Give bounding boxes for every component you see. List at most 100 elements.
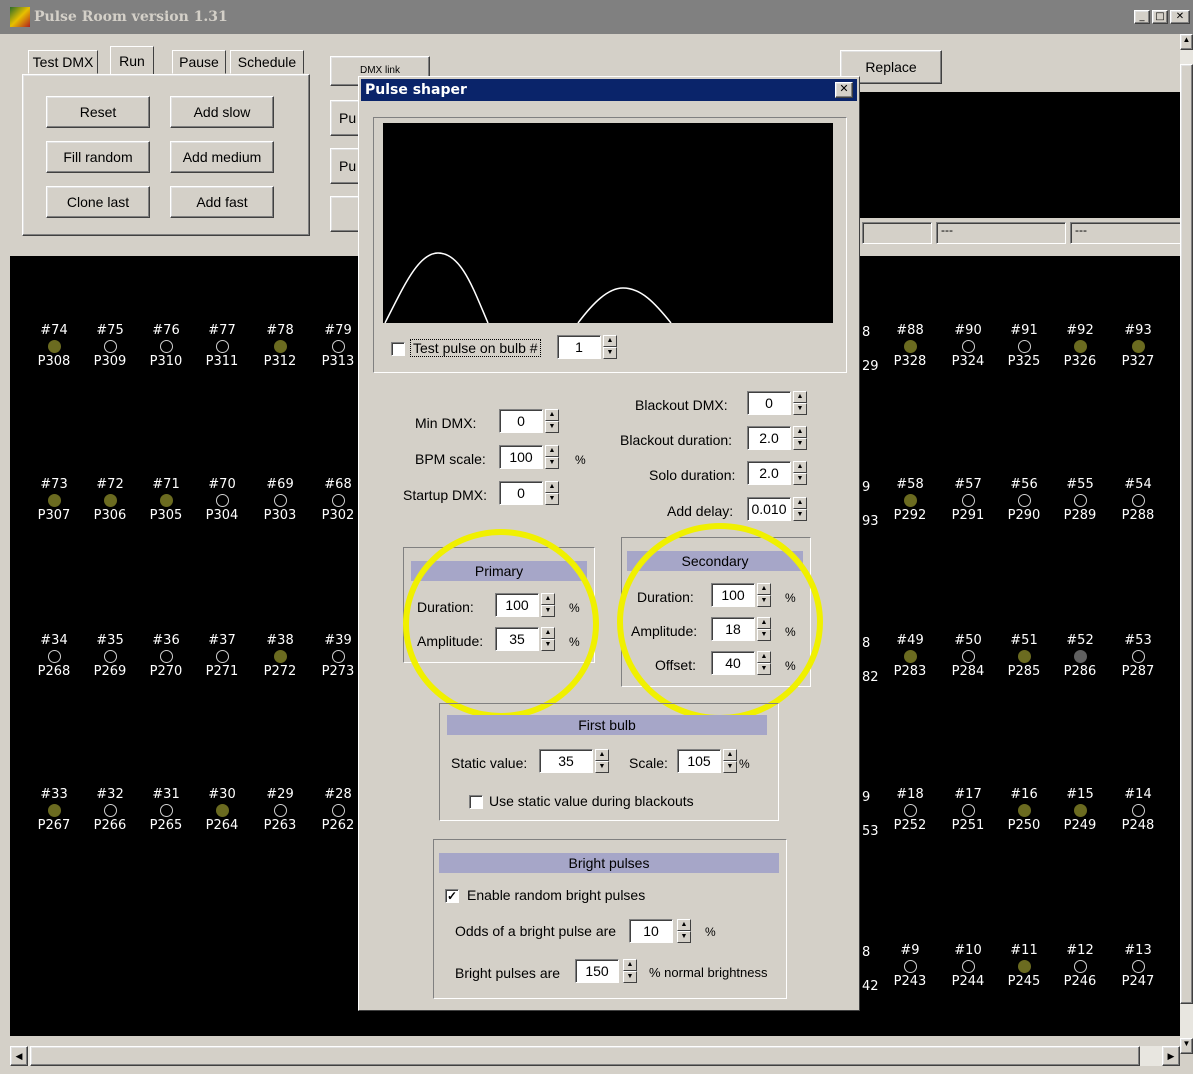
bulb-cell[interactable]: #15 P249 xyxy=(1052,788,1108,833)
bulb-light-icon xyxy=(159,340,173,353)
bulb-cell[interactable]: #30 P264 xyxy=(194,788,250,833)
tab-run[interactable]: Run xyxy=(110,46,154,76)
blackout-dmx-input[interactable]: 0 xyxy=(747,391,791,415)
add-delay-spinner[interactable]: ▲ ▼ xyxy=(793,497,807,521)
enable-bright-checkbox[interactable]: ✓ xyxy=(445,889,459,903)
bulb-cell[interactable]: #32 P266 xyxy=(82,788,138,833)
bulb-cell[interactable]: #29 P263 xyxy=(252,788,308,833)
blackout-duration-spinner[interactable]: ▲ ▼ xyxy=(793,426,807,450)
bulb-cell[interactable]: #91 P325 xyxy=(996,324,1052,369)
scroll-down-icon[interactable]: ▼ xyxy=(1180,1038,1193,1054)
bulb-number: #13 xyxy=(1124,943,1152,958)
bulb-cell[interactable]: #73 P307 xyxy=(26,478,82,523)
bulb-cell[interactable]: #76 P310 xyxy=(138,324,194,369)
min-dmx-spinner[interactable]: ▲ ▼ xyxy=(545,409,559,433)
bulb-port: P289 xyxy=(1063,508,1097,523)
close-window-button[interactable]: ✕ xyxy=(1170,10,1190,24)
test-pulse-bulb-input[interactable]: 1 xyxy=(557,335,601,359)
startup-dmx-spinner[interactable]: ▲ ▼ xyxy=(545,481,559,505)
bulb-cell[interactable]: #55 P289 xyxy=(1052,478,1108,523)
bulb-cell[interactable]: #31 P265 xyxy=(138,788,194,833)
tab-pause[interactable]: Pause xyxy=(172,50,226,74)
pulse-shaper-dialog: Pulse shaper ✕ Test pulse on bulb # 1 ▲ ▼… xyxy=(358,76,860,1011)
min-dmx-input[interactable]: 0 xyxy=(499,409,543,433)
bulb-cell[interactable]: #13 P247 xyxy=(1110,944,1166,989)
use-static-checkbox[interactable] xyxy=(469,795,483,809)
bulb-cell[interactable]: #33 P267 xyxy=(26,788,82,833)
scroll-thumb-horizontal[interactable] xyxy=(30,1046,1140,1066)
fill-random-button[interactable]: Fill random xyxy=(46,141,150,173)
bulb-cell[interactable]: #78 P312 xyxy=(252,324,308,369)
bulb-cell[interactable]: #49 P283 xyxy=(882,634,938,679)
bulb-cell[interactable]: #51 P285 xyxy=(996,634,1052,679)
bulb-cell[interactable]: #34 P268 xyxy=(26,634,82,679)
bulb-cell[interactable]: #14 P248 xyxy=(1110,788,1166,833)
bulb-cell[interactable]: #88 P328 xyxy=(882,324,938,369)
bulb-cell[interactable]: #9 P243 xyxy=(882,944,938,989)
scale-spinner[interactable]: ▲ ▼ xyxy=(723,749,737,773)
bulb-light-icon xyxy=(961,650,975,663)
add-slow-button[interactable]: Add slow xyxy=(170,96,274,128)
bulb-cell[interactable]: #35 P269 xyxy=(82,634,138,679)
blackout-dmx-spinner[interactable]: ▲ ▼ xyxy=(793,391,807,415)
odds-spinner[interactable]: ▲ ▼ xyxy=(677,919,691,943)
bpm-scale-spinner[interactable]: ▲ ▼ xyxy=(545,445,559,469)
static-value-input[interactable]: 35 xyxy=(539,749,593,773)
bulb-cell[interactable]: #50 P284 xyxy=(940,634,996,679)
bulb-cell[interactable]: #18 P252 xyxy=(882,788,938,833)
bulb-cell[interactable]: #75 P309 xyxy=(82,324,138,369)
scale-input[interactable]: 105 xyxy=(677,749,721,773)
bulb-cell[interactable]: #90 P324 xyxy=(940,324,996,369)
bulb-cell[interactable]: #53 P287 xyxy=(1110,634,1166,679)
scroll-thumb-vertical[interactable] xyxy=(1180,64,1193,1004)
solo-duration-spinner[interactable]: ▲ ▼ xyxy=(793,461,807,485)
tab-test-dmx[interactable]: Test DMX xyxy=(28,50,98,74)
add-delay-input[interactable]: 0.010 xyxy=(747,497,791,521)
minimize-button[interactable]: _ xyxy=(1134,10,1150,24)
bulb-cell[interactable]: #77 P311 xyxy=(194,324,250,369)
static-value-spinner[interactable]: ▲ ▼ xyxy=(595,749,609,773)
scroll-left-icon[interactable]: ◀ xyxy=(10,1046,28,1066)
test-pulse-spinner[interactable]: ▲ ▼ xyxy=(603,335,617,359)
reset-button[interactable]: Reset xyxy=(46,96,150,128)
bulb-cell[interactable]: #11 P245 xyxy=(996,944,1052,989)
bulb-cell[interactable]: #56 P290 xyxy=(996,478,1052,523)
bpm-scale-input[interactable]: 100 xyxy=(499,445,543,469)
bulb-cell[interactable]: #57 P291 xyxy=(940,478,996,523)
blackout-duration-input[interactable]: 2.0 xyxy=(747,426,791,450)
bulb-cell[interactable]: #52 P286 xyxy=(1052,634,1108,679)
bulb-cell[interactable]: #70 P304 xyxy=(194,478,250,523)
dialog-close-icon[interactable]: ✕ xyxy=(835,82,853,98)
bulb-cell[interactable]: #93 P327 xyxy=(1110,324,1166,369)
bulb-cell[interactable]: #92 P326 xyxy=(1052,324,1108,369)
tab-schedule[interactable]: Schedule xyxy=(230,50,304,74)
bulb-cell[interactable]: #37 P271 xyxy=(194,634,250,679)
bulb-number: #9 xyxy=(900,943,920,958)
solo-duration-input[interactable]: 2.0 xyxy=(747,461,791,485)
bulb-cell[interactable]: #54 P288 xyxy=(1110,478,1166,523)
startup-dmx-input[interactable]: 0 xyxy=(499,481,543,505)
bulb-cell[interactable]: #72 P306 xyxy=(82,478,138,523)
bulb-cell[interactable]: #10 P244 xyxy=(940,944,996,989)
scroll-up-icon[interactable]: ▲ xyxy=(1180,34,1193,50)
bulb-cell[interactable]: #16 P250 xyxy=(996,788,1052,833)
odds-input[interactable]: 10 xyxy=(629,919,673,943)
bulb-cell[interactable]: #36 P270 xyxy=(138,634,194,679)
bright-value-spinner[interactable]: ▲ ▼ xyxy=(623,959,637,983)
bulb-cell[interactable]: #74 P308 xyxy=(26,324,82,369)
bulb-cell[interactable]: #58 P292 xyxy=(882,478,938,523)
bright-value-input[interactable]: 150 xyxy=(575,959,619,983)
bulb-cell[interactable]: #17 P251 xyxy=(940,788,996,833)
bulb-cell[interactable]: #71 P305 xyxy=(138,478,194,523)
maximize-button[interactable]: □ xyxy=(1152,10,1168,24)
add-medium-button[interactable]: Add medium xyxy=(170,141,274,173)
clone-last-button[interactable]: Clone last xyxy=(46,186,150,218)
vertical-scrollbar[interactable]: ▲ ▼ xyxy=(1180,34,1193,1054)
test-pulse-checkbox[interactable] xyxy=(391,342,405,356)
add-fast-button[interactable]: Add fast xyxy=(170,186,274,218)
bulb-cell[interactable]: #38 P272 xyxy=(252,634,308,679)
bulb-cell[interactable]: #69 P303 xyxy=(252,478,308,523)
horizontal-scrollbar[interactable]: ◀ ▶ xyxy=(10,1046,1180,1066)
scroll-right-icon[interactable]: ▶ xyxy=(1162,1046,1180,1066)
bulb-cell[interactable]: #12 P246 xyxy=(1052,944,1108,989)
